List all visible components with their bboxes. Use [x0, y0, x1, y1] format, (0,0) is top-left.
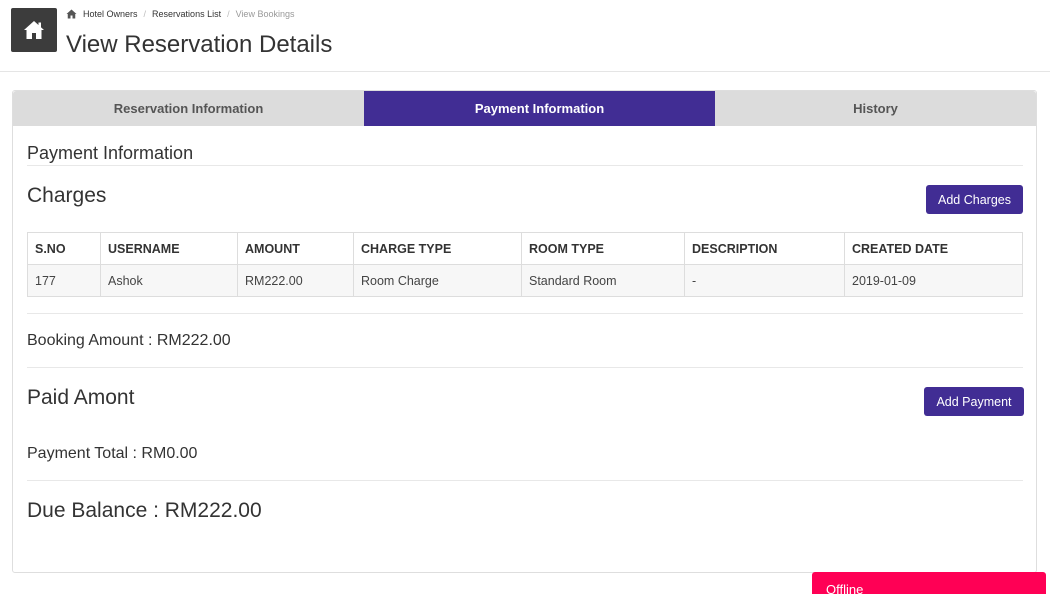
divider	[27, 313, 1023, 314]
home-icon	[24, 21, 44, 39]
breadcrumb: Hotel Owners / Reservations List / View …	[66, 9, 294, 19]
page-header: Hotel Owners / Reservations List / View …	[0, 0, 1050, 72]
table-header-row: S.NO USERNAME AMOUNT CHARGE TYPE ROOM TY…	[27, 232, 1023, 265]
breadcrumb-home-icon[interactable]	[66, 9, 77, 19]
cell-username: Ashok	[100, 264, 238, 297]
reservation-panel: Reservation Information Payment Informat…	[12, 90, 1037, 573]
divider	[27, 480, 1023, 481]
booking-amount: Booking Amount : RM222.00	[27, 332, 231, 349]
due-balance: Due Balance : RM222.00	[27, 499, 262, 522]
payment-total: Payment Total : RM0.00	[27, 445, 198, 462]
column-header-sno: S.NO	[27, 232, 101, 265]
page-title: View Reservation Details	[66, 31, 333, 58]
column-header-room-type: ROOM TYPE	[521, 232, 685, 265]
cell-charge-type: Room Charge	[353, 264, 522, 297]
section-title: Payment Information	[27, 143, 194, 163]
tab-history[interactable]: History	[715, 91, 1036, 126]
divider	[27, 367, 1023, 368]
add-charges-button[interactable]: Add Charges	[926, 185, 1023, 214]
column-header-amount: AMOUNT	[237, 232, 354, 265]
charges-table: S.NO USERNAME AMOUNT CHARGE TYPE ROOM TY…	[27, 232, 1023, 297]
breadcrumb-separator: /	[143, 9, 147, 19]
tab-payment-information[interactable]: Payment Information	[364, 91, 715, 126]
column-header-description: DESCRIPTION	[684, 232, 845, 265]
breadcrumb-separator: /	[227, 9, 230, 19]
column-header-username: USERNAME	[100, 232, 238, 265]
breadcrumb-current: View Bookings	[235, 9, 295, 19]
breadcrumb-hotel-owners[interactable]: Hotel Owners	[83, 9, 138, 19]
breadcrumb-reservations-list[interactable]: Reservations List	[152, 9, 221, 19]
cell-amount: RM222.00	[237, 264, 354, 297]
column-header-charge-type: CHARGE TYPE	[353, 232, 522, 265]
paid-amount-heading: Paid Amont	[27, 386, 135, 409]
home-button[interactable]	[11, 8, 57, 52]
column-header-created-date: CREATED DATE	[844, 232, 1023, 265]
cell-description: -	[684, 264, 845, 297]
table-row: 177 Ashok RM222.00 Room Charge Standard …	[27, 264, 1023, 297]
add-payment-button[interactable]: Add Payment	[924, 387, 1024, 416]
tab-bar: Reservation Information Payment Informat…	[13, 91, 1036, 126]
chat-widget-offline[interactable]: Offline	[812, 572, 1046, 594]
cell-created-date: 2019-01-09	[844, 264, 1023, 297]
divider	[27, 165, 1023, 166]
cell-room-type: Standard Room	[521, 264, 685, 297]
tab-reservation-information[interactable]: Reservation Information	[13, 91, 364, 126]
cell-sno: 177	[27, 264, 101, 297]
charges-heading: Charges	[27, 184, 107, 207]
